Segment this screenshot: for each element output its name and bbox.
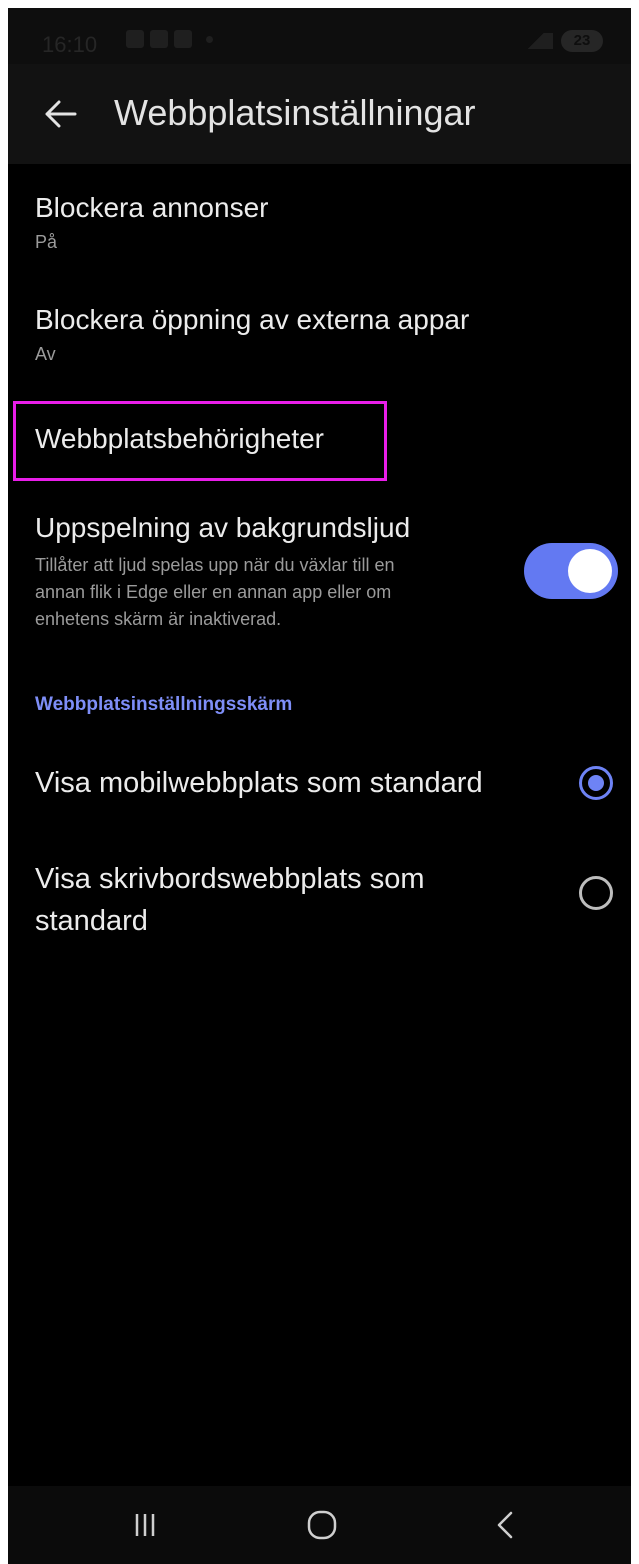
radio-mobile-site[interactable]	[579, 766, 613, 800]
description-line: annan flik i Edge eller en annan app ell…	[35, 582, 392, 602]
navigation-bar	[8, 1486, 631, 1564]
signal-icon	[519, 33, 553, 49]
setting-title: Uppspelning av bakgrundsljud	[35, 512, 411, 543]
description-line: Tillåter att ljud spelas upp när du växl…	[35, 555, 395, 575]
option-mobile-site[interactable]: Visa mobilwebbplats som standard	[8, 746, 631, 820]
screenshot-icon	[126, 30, 144, 48]
status-time: 16:10	[42, 32, 98, 57]
option-label-line: Visa skrivbordswebbplats som	[35, 863, 425, 895]
setting-block-ads[interactable]: Blockera annonser På	[8, 174, 631, 274]
recents-icon	[135, 1514, 155, 1536]
option-label: Visa mobilwebbplats som standard	[35, 767, 483, 799]
option-label: Visa skrivbordswebbplats som standard	[35, 858, 425, 942]
status-bar: 16:10 23	[8, 8, 631, 64]
background-audio-toggle[interactable]	[524, 543, 618, 599]
home-button[interactable]	[292, 1500, 352, 1550]
battery-icon: 23	[561, 30, 603, 52]
setting-title: Blockera öppning av externa appar	[35, 304, 470, 335]
notification-dot-icon	[206, 36, 213, 43]
status-right: 23	[519, 30, 603, 52]
radio-desktop-site[interactable]	[579, 876, 613, 910]
page-title: Webbplatsinställningar	[114, 92, 476, 133]
setting-title: Blockera annonser	[35, 192, 269, 223]
home-icon	[307, 1510, 337, 1540]
status-notification-icons	[126, 30, 192, 48]
back-button[interactable]	[34, 88, 86, 140]
setting-block-external-apps[interactable]: Blockera öppning av externa appar Av	[8, 286, 631, 386]
setting-value: På	[35, 232, 58, 252]
setting-description: Tillåter att ljud spelas upp när du växl…	[35, 552, 475, 633]
toggle-knob	[568, 549, 612, 593]
description-line: enhetens skärm är inaktiverad.	[35, 609, 282, 629]
calendar-icon	[150, 30, 168, 48]
section-header: Webbplatsinställningsskärm	[35, 694, 293, 715]
arrow-left-icon	[45, 100, 77, 128]
setting-value: Av	[35, 344, 56, 364]
cast-icon	[174, 30, 192, 48]
recents-button[interactable]	[115, 1500, 175, 1550]
nav-back-icon	[497, 1511, 513, 1539]
highlight-box	[13, 401, 387, 481]
nav-back-button[interactable]	[475, 1500, 535, 1550]
option-desktop-site[interactable]: Visa skrivbordswebbplats som standard	[8, 844, 631, 954]
screen: 16:10 23 Webbplatsinställningar Blockera…	[8, 8, 631, 1564]
app-bar: Webbplatsinställningar	[8, 64, 631, 164]
option-label-line: standard	[35, 905, 148, 937]
